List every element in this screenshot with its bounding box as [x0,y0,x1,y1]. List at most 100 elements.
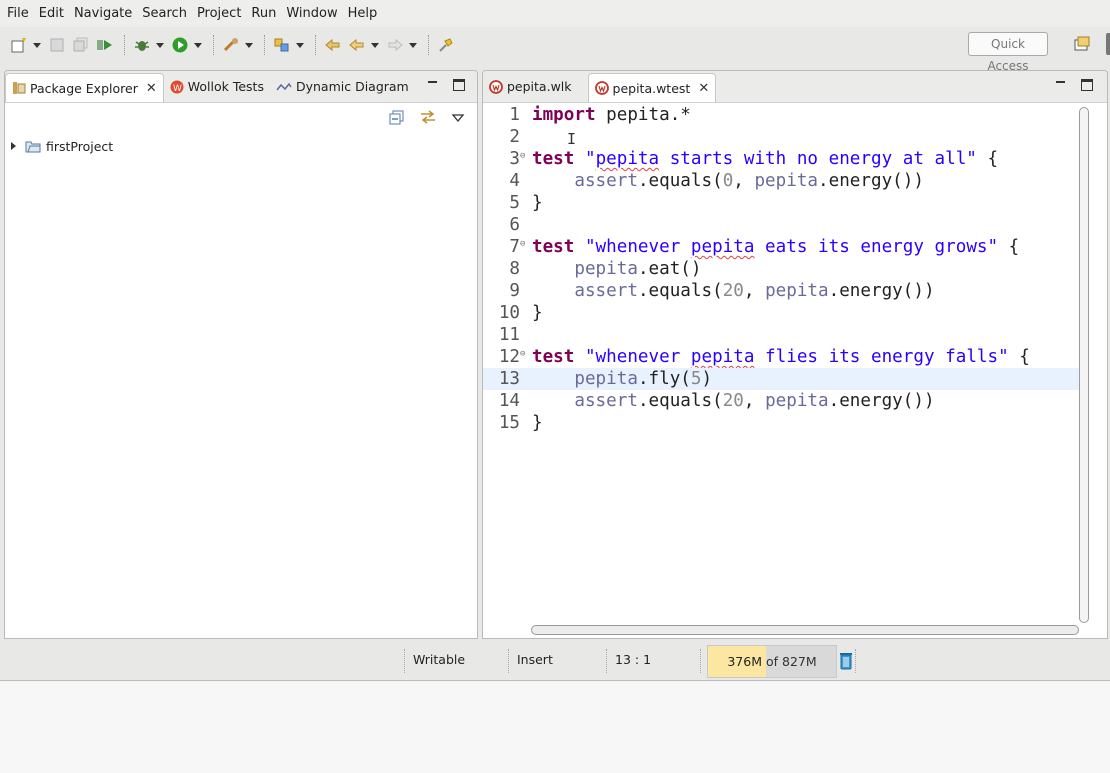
tree-item-firstproject[interactable]: firstProject [11,137,113,155]
line-number: 6 [509,215,520,235]
maximize-icon[interactable] [1081,79,1093,91]
line-number: 15 [498,413,520,433]
minimize-icon[interactable] [427,77,439,89]
open-type-icon[interactable] [271,34,293,56]
panel-controls [1055,77,1093,91]
line-number: 12 [498,347,520,367]
wollok-test-file-icon [594,81,609,95]
maximize-icon[interactable] [453,79,465,91]
editor-panel: pepita.wlk pepita.wtest ✕ 1 import pepita… [482,70,1108,639]
back-icon[interactable] [346,34,368,56]
menu-edit[interactable]: Edit [34,0,69,27]
code-line[interactable]: 12 ⊖ test "whenever pepita flies its energ… [483,346,1080,368]
menu-navigate[interactable]: Navigate [69,0,137,27]
heap-status[interactable]: 376M of 827M [707,645,837,678]
line-number: 10 [498,303,520,323]
code-line[interactable]: 3 ⊖ test "pepita starts with no energy at … [483,148,1080,170]
code-text: } [532,413,543,433]
new-icon[interactable] [8,34,30,56]
tab-pepita-wtest[interactable]: pepita.wtest ✕ [587,73,717,102]
code-text: pepita.eat() [574,259,702,279]
code-editor[interactable]: 1 import pepita.* 2 3 ⊖ test "pepita starts w… [483,104,1080,624]
debug-icon[interactable] [131,34,153,56]
code-line[interactable]: 6 [483,214,1080,236]
menu-search[interactable]: Search [137,0,192,27]
external-tools-dropdown-icon[interactable] [244,34,254,56]
main-toolbar [0,27,1110,63]
code-line[interactable]: 11 [483,324,1080,346]
open-perspective-icon[interactable] [1072,34,1092,54]
status-separator [508,649,509,673]
tab-label: Dynamic Diagram [295,79,409,94]
menu-project[interactable]: Project [192,0,246,27]
status-bar: Writable Insert 13 : 1 [0,643,1110,679]
run-wollok-icon[interactable] [94,34,116,56]
code-line[interactable]: 15} [483,412,1080,434]
code-line[interactable]: 7 ⊖ test "whenever pepita eats its energy … [483,236,1080,258]
tab-package-explorer[interactable]: Package Explorer ✕ [5,73,164,102]
code-line[interactable]: 9 assert.equals(20, pepita.energy()) [483,280,1080,302]
fold-toggle-icon[interactable]: ⊖ [520,145,528,167]
code-text: } [532,303,543,323]
open-type-dropdown-icon[interactable] [295,34,305,56]
minimize-icon[interactable] [1055,77,1067,89]
menu-help[interactable]: Help [343,0,383,27]
code-line[interactable]: 5} [483,192,1080,214]
package-explorer-panel: Package Explorer ✕ W Wollok Tests Dynami… [4,70,478,639]
perspective-bar-edge [1106,33,1110,55]
menu-window[interactable]: Window [281,0,342,27]
link-with-editor-icon[interactable] [419,109,437,129]
text-cursor-icon: I [567,130,577,148]
debug-dropdown-icon[interactable] [155,34,165,56]
tab-dynamic-diagram[interactable]: Dynamic Diagram [270,71,415,102]
tab-pepita-wlk[interactable]: pepita.wlk [483,71,578,102]
vertical-scrollbar[interactable] [1079,107,1089,623]
heap-total: of 827M [765,654,817,669]
collapse-all-icon[interactable] [389,109,405,129]
code-line[interactable]: 4 assert.equals(0, pepita.energy()) [483,170,1080,192]
line-number: 4 [509,171,520,191]
menu-bar: File Edit Navigate Search Project Run Wi… [0,0,1110,27]
toolbar-separator [213,35,214,55]
code-text: import pepita.* [532,105,691,125]
prev-edit-icon[interactable] [322,34,344,56]
code-line[interactable]: 1 import pepita.* [483,104,1080,126]
heap-text: 376M of 827M [708,654,836,669]
save-icon[interactable] [46,34,68,56]
code-text: } [532,193,543,213]
quick-access-input[interactable]: Quick Access [968,32,1048,73]
status-separator [855,649,856,673]
run-dropdown-icon[interactable] [193,34,203,56]
line-number: 9 [509,281,520,301]
toolbar-separator [124,35,125,55]
garbage-collect-icon[interactable] [838,651,854,671]
close-icon[interactable]: ✕ [698,81,709,96]
run-icon[interactable] [169,34,191,56]
view-menu-icon[interactable] [451,112,465,127]
save-all-icon[interactable] [70,34,92,56]
line-number: 7 [509,237,520,257]
code-line[interactable]: 13 pepita.fly(5) [483,368,1080,390]
horizontal-scrollbar[interactable] [531,625,1079,635]
forward-icon[interactable] [384,34,406,56]
fold-toggle-icon[interactable]: ⊖ [520,233,528,255]
status-insert-mode: Insert [517,652,553,667]
back-dropdown-icon[interactable] [370,34,380,56]
tab-label: Wollok Tests [187,79,264,94]
close-icon[interactable]: ✕ [146,81,157,96]
tab-wollok-tests[interactable]: W Wollok Tests [164,71,270,102]
menu-run[interactable]: Run [246,0,281,27]
expand-arrow-icon[interactable] [11,142,16,150]
external-tools-icon[interactable] [220,34,242,56]
fold-toggle-icon[interactable]: ⊖ [520,343,528,365]
package-explorer-icon [13,82,26,94]
pin-icon[interactable] [435,34,457,56]
new-dropdown-icon[interactable] [32,34,42,56]
code-line[interactable]: 14 assert.equals(20, pepita.energy()) [483,390,1080,412]
project-tree: firstProject [11,137,113,155]
menu-file[interactable]: File [2,0,34,27]
forward-dropdown-icon[interactable] [408,34,418,56]
code-line[interactable]: 8 pepita.eat() [483,258,1080,280]
project-folder-icon [25,141,41,153]
code-line[interactable]: 10} [483,302,1080,324]
